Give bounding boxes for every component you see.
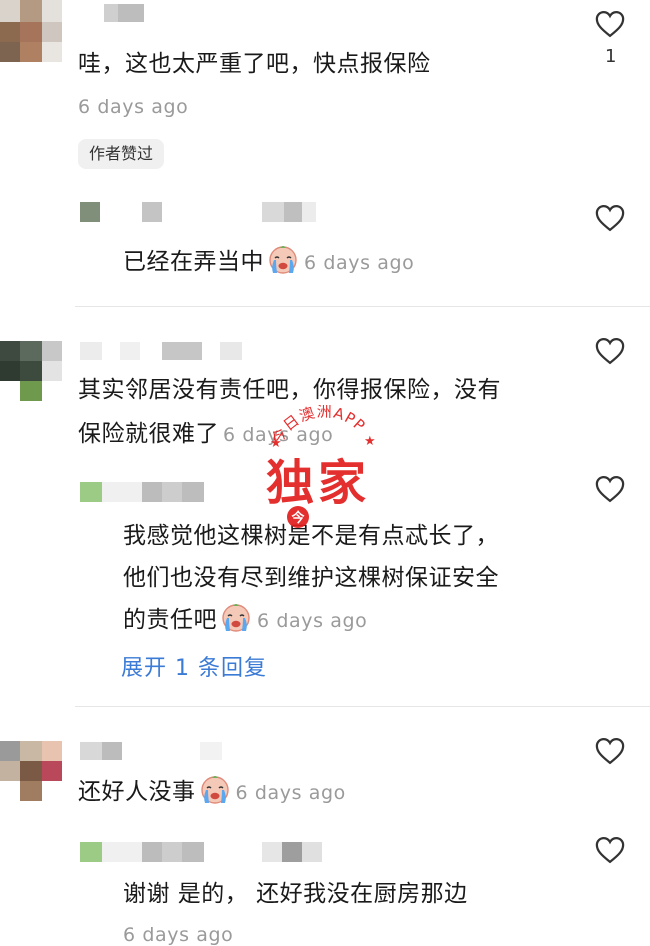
comment-text: 还好人没事 6 days ago (78, 770, 346, 815)
reply-username[interactable] (80, 482, 210, 502)
reply-text-line-2: 他们也没有尽到维护这棵树保证安全 (123, 565, 499, 591)
divider (75, 706, 650, 707)
like-heart-icon[interactable] (595, 836, 625, 864)
like-heart-icon[interactable] (595, 737, 625, 765)
crying-face-icon (200, 776, 229, 804)
username[interactable] (80, 342, 250, 362)
crying-face-icon (269, 246, 297, 274)
reply-time: 6 days ago (123, 924, 234, 946)
avatar[interactable] (0, 341, 64, 405)
author-liked-badge: 作者赞过 (78, 139, 165, 169)
like-count: 1 (605, 46, 617, 67)
comment-body: 还好人没事 (78, 779, 196, 805)
username[interactable] (104, 4, 144, 24)
reply-time: 6 days ago (257, 610, 368, 632)
divider (75, 306, 650, 307)
reply-username[interactable] (80, 842, 325, 862)
watermark-main-text: 独家 (266, 455, 371, 511)
avatar[interactable] (0, 0, 64, 64)
like-heart-icon[interactable] (595, 475, 625, 503)
reply-text-line-3: 的责任吧 6 days ago (123, 598, 367, 643)
watermark-stamp: 今日澳洲APP ★ ★ 今 独家 (258, 405, 390, 535)
reply-body: 已经在弄当中 (123, 249, 264, 275)
watermark-arc-text: 今日澳洲APP (268, 405, 369, 447)
username[interactable] (80, 742, 230, 762)
expand-replies-link[interactable]: 展开 1 条回复 (121, 650, 267, 682)
reply-text: 已经在弄当中 6 days ago (123, 240, 414, 285)
avatar[interactable] (0, 741, 64, 805)
like-heart-icon[interactable] (595, 337, 625, 365)
reply-body: 的责任吧 (123, 607, 217, 633)
crying-face-icon (222, 604, 250, 632)
comment-body: 保险就很难了 (78, 421, 219, 447)
reply-time: 6 days ago (304, 252, 415, 274)
reply-username[interactable] (80, 202, 320, 222)
like-heart-icon[interactable] (595, 10, 625, 38)
comment-time: 6 days ago (78, 96, 189, 118)
like-heart-icon[interactable] (595, 204, 625, 232)
comment-time: 6 days ago (235, 782, 346, 804)
reply-text: 谢谢 是的， 还好我没在厨房那边 (123, 881, 468, 907)
comment-text: 哇，这也太严重了吧，快点报保险 (78, 51, 431, 77)
